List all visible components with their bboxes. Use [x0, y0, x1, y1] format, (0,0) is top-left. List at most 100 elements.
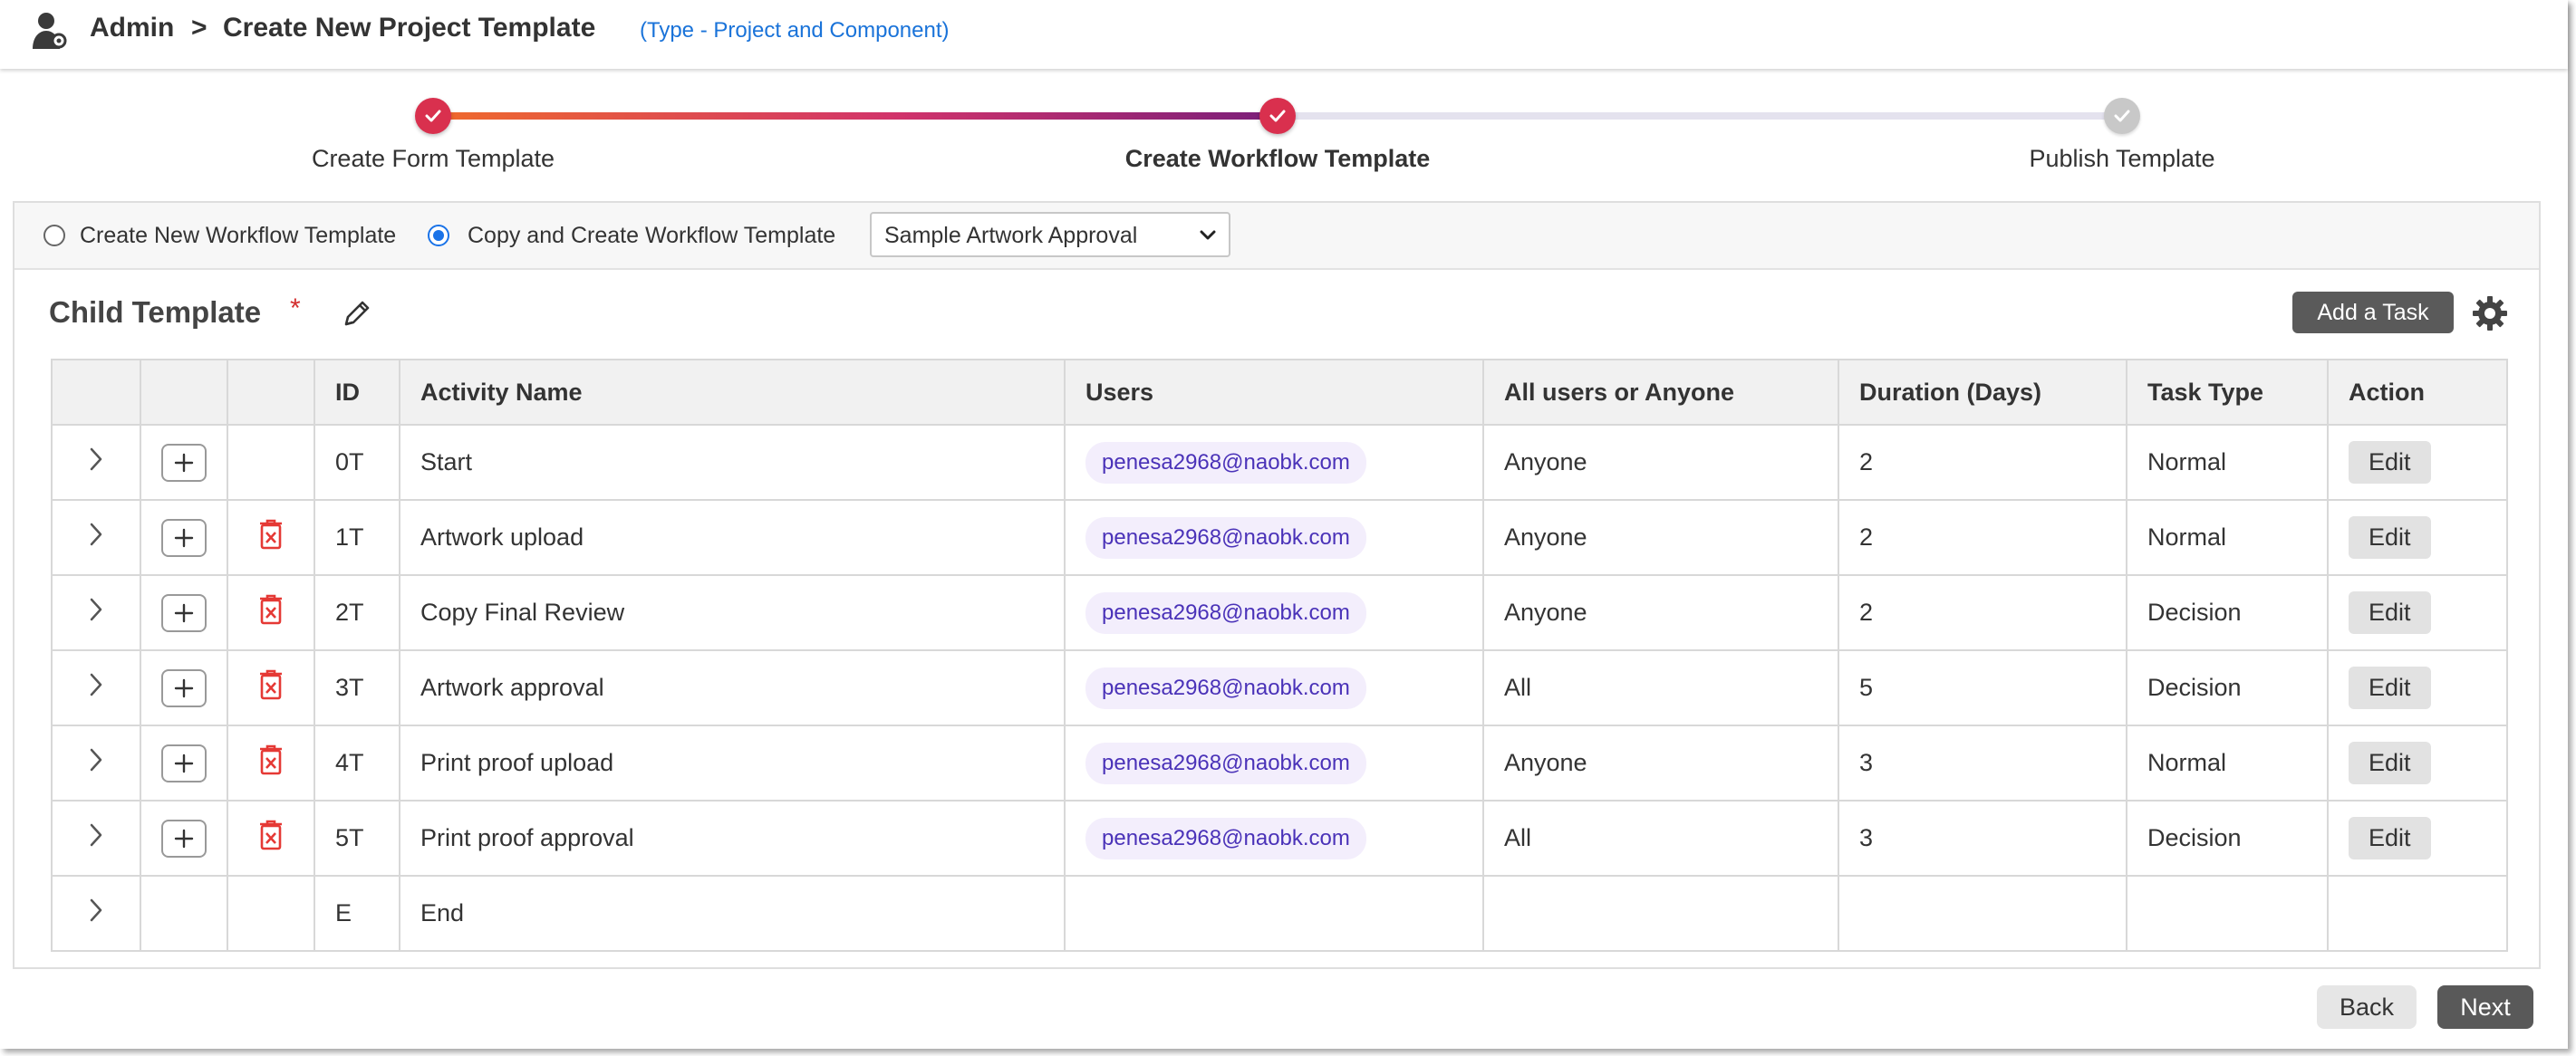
trash-delete-icon[interactable] [257, 668, 285, 701]
edit-button[interactable]: Edit [2349, 742, 2431, 784]
step-label-form[interactable]: Create Form Template [312, 145, 555, 173]
row-users: penesa2968@naobk.com [1064, 574, 1484, 651]
add-cell [140, 574, 228, 651]
chevron-right-icon[interactable] [86, 746, 106, 773]
table-row: 4T Print proof upload penesa2968@naobk.com… [51, 725, 2508, 802]
row-task-type: Decision [2126, 649, 2329, 726]
pencil-edit-icon[interactable] [341, 297, 373, 330]
add-task-button[interactable]: Add a Task [2292, 292, 2454, 333]
header-users: Users [1064, 359, 1484, 426]
user-chip[interactable]: penesa2968@naobk.com [1085, 667, 1366, 709]
header-activity-name: Activity Name [399, 359, 1066, 426]
row-action: Edit [2327, 499, 2508, 576]
add-cell [140, 649, 228, 726]
row-scope: Anyone [1482, 499, 1839, 576]
next-button[interactable]: Next [2437, 985, 2533, 1029]
radio-create-new[interactable] [43, 225, 65, 246]
add-cell [140, 875, 228, 952]
chevron-right-icon[interactable] [86, 821, 106, 849]
radio-copy-create[interactable] [428, 225, 449, 246]
row-activity: Start [399, 424, 1066, 501]
row-duration: 3 [1838, 800, 2127, 877]
delete-cell [227, 649, 315, 726]
row-id: 0T [314, 424, 400, 501]
header-action: Action [2327, 359, 2508, 426]
table-row: 3T Artwork approval penesa2968@naobk.com Al… [51, 649, 2508, 726]
add-subtask-button[interactable] [161, 668, 207, 707]
chevron-right-icon[interactable] [86, 596, 106, 623]
row-id: 3T [314, 649, 400, 726]
breadcrumb-admin[interactable]: Admin [90, 13, 174, 43]
user-chip[interactable]: penesa2968@naobk.com [1085, 591, 1366, 634]
user-chip[interactable]: penesa2968@naobk.com [1085, 817, 1366, 859]
trash-delete-icon[interactable] [257, 593, 285, 626]
step-label-publish[interactable]: Publish Template [2029, 145, 2214, 173]
delete-cell [227, 875, 315, 952]
row-id: E [314, 875, 400, 952]
trash-delete-icon[interactable] [257, 819, 285, 851]
row-scope: Anyone [1482, 725, 1839, 802]
add-subtask-button[interactable] [161, 593, 207, 632]
back-button[interactable]: Back [2317, 985, 2417, 1029]
add-subtask-button[interactable] [161, 443, 207, 482]
radio-copy-create-label[interactable]: Copy and Create Workflow Template [468, 223, 835, 249]
template-select[interactable]: Sample Artwork Approval [870, 212, 1230, 257]
row-users: penesa2968@naobk.com [1064, 649, 1484, 726]
row-task-type: Decision [2126, 800, 2329, 877]
row-action: Edit [2327, 424, 2508, 501]
step-3-check-icon [2104, 98, 2140, 134]
chevron-right-icon[interactable] [86, 521, 106, 548]
workflow-task-table: ID Activity Name Users All users or Anyo… [51, 359, 2508, 952]
edit-button[interactable]: Edit [2349, 441, 2431, 484]
trash-delete-icon[interactable] [257, 744, 285, 776]
chevron-right-icon[interactable] [86, 897, 106, 924]
table-row: 5T Print proof approval penesa2968@naobk.c… [51, 800, 2508, 877]
delete-cell [227, 800, 315, 877]
header-expand [51, 359, 141, 426]
add-subtask-button[interactable] [161, 518, 207, 557]
row-action: Edit [2327, 649, 2508, 726]
row-task-type: Decision [2126, 574, 2329, 651]
add-subtask-button[interactable] [161, 819, 207, 858]
user-chip[interactable]: penesa2968@naobk.com [1085, 742, 1366, 784]
row-task-type: Normal [2126, 424, 2329, 501]
row-users [1064, 875, 1484, 952]
add-cell [140, 499, 228, 576]
edit-button[interactable]: Edit [2349, 591, 2431, 634]
radio-create-new-label[interactable]: Create New Workflow Template [80, 223, 396, 249]
expand-cell [51, 649, 141, 726]
row-duration: 5 [1838, 649, 2127, 726]
plus-icon [174, 453, 194, 472]
user-chip[interactable]: penesa2968@naobk.com [1085, 441, 1366, 484]
row-duration: 2 [1838, 499, 2127, 576]
header-duration: Duration (Days) [1838, 359, 2127, 426]
table-row: 2T Copy Final Review penesa2968@naobk.com A… [51, 574, 2508, 651]
step-label-workflow[interactable]: Create Workflow Template [1125, 145, 1431, 173]
header-scope: All users or Anyone [1482, 359, 1839, 426]
row-users: penesa2968@naobk.com [1064, 424, 1484, 501]
required-asterisk: * [290, 293, 301, 323]
row-id: 4T [314, 725, 400, 802]
trash-delete-icon[interactable] [257, 518, 285, 551]
gear-icon[interactable] [2470, 293, 2510, 333]
user-chip[interactable]: penesa2968@naobk.com [1085, 516, 1366, 559]
row-action: Edit [2327, 725, 2508, 802]
stepper-line-pending [1278, 112, 2122, 120]
edit-button[interactable]: Edit [2349, 516, 2431, 559]
workflow-option-bar: Create New Workflow Template Copy and Cr… [14, 203, 2539, 270]
header-delete [227, 359, 315, 426]
row-duration: 2 [1838, 574, 2127, 651]
add-cell [140, 800, 228, 877]
delete-cell [227, 574, 315, 651]
row-activity: Print proof upload [399, 725, 1066, 802]
edit-button[interactable]: Edit [2349, 817, 2431, 859]
chevron-right-icon[interactable] [86, 671, 106, 698]
stepper-line-complete [433, 112, 1278, 120]
page-header: Admin > Create New Project Template (Typ… [0, 0, 2568, 69]
row-task-type [2126, 875, 2329, 952]
header-task-type: Task Type [2126, 359, 2329, 426]
edit-button[interactable]: Edit [2349, 667, 2431, 709]
chevron-right-icon[interactable] [86, 446, 106, 473]
add-subtask-button[interactable] [161, 744, 207, 782]
row-id: 5T [314, 800, 400, 877]
